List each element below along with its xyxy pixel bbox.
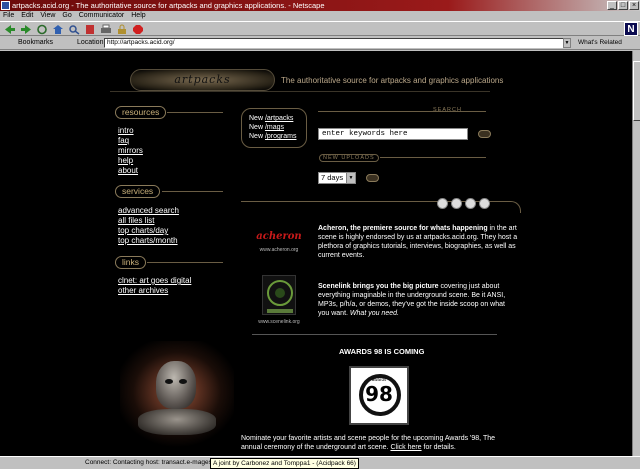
awards-click-here-link[interactable]: Click here [390,444,421,451]
minimize-button[interactable]: _ [607,1,617,10]
select-arrow-icon: ▼ [346,173,355,183]
search-go-button[interactable] [478,130,491,138]
link-top-charts-day[interactable]: top charts/day [118,226,179,236]
link-intro[interactable]: intro [118,126,143,136]
site-logo[interactable]: artpacks [130,69,275,91]
new-uploads-label: NEW UPLOADS [319,154,379,162]
search-label: SEARCH [433,107,462,113]
new-programs-item[interactable]: New /programs [249,132,306,141]
location-bar: Bookmarks Location: http://artpacks.acid… [0,36,640,50]
new-mags-item[interactable]: New /mags [249,123,306,132]
link-all-files-list[interactable]: all files list [118,216,179,226]
navigation-toolbar [0,21,640,36]
awards-description: Nominate your favorite artists and scene… [241,435,495,451]
news-icon-a[interactable] [437,198,448,209]
menu-help[interactable]: Help [131,11,145,21]
section-divider [167,112,223,113]
back-icon[interactable] [4,24,16,35]
news-icon-d[interactable] [479,198,490,209]
acheron-logo[interactable]: acheron [254,227,304,244]
link-clnet[interactable]: clnet: art goes digital [118,276,191,286]
image-tooltip: A joint by Carbonez and Tomppa1 - (Acidp… [210,458,359,469]
awards-98-text: 98 [365,382,393,406]
link-help[interactable]: help [118,156,143,166]
scenelink-logo-art [267,280,293,313]
window-controls: _ □ × [607,1,639,10]
new-uploads-select[interactable]: 7 days ▼ [318,172,356,184]
menu-bar: File Edit View Go Communicator Help [0,11,640,21]
link-top-charts-month[interactable]: top charts/month [118,236,179,246]
link-advanced-search[interactable]: advanced search [118,206,179,216]
link-faq[interactable]: faq [118,136,143,146]
svg-text:acheron: acheron [256,231,301,242]
menu-view[interactable]: View [40,11,55,21]
security-icon[interactable] [116,24,128,35]
menu-go[interactable]: Go [62,11,71,21]
external-links: clnet: art goes digital other archives [118,276,191,296]
link-programs[interactable]: /programs [265,133,297,140]
reload-icon[interactable] [36,24,48,35]
acheron-description: Acheron, the premiere source for whats h… [318,225,518,259]
site-tagline: The authoritative source for artpacks an… [281,76,504,85]
search-icon[interactable] [68,24,80,35]
artwork-head [156,361,196,409]
scenelink-description: Scenelink brings you the big picture cov… [318,283,506,317]
whats-related-button[interactable]: What's Related [578,36,622,50]
menu-edit[interactable]: Edit [21,11,33,21]
window-title: artpacks.acid.org - The authoritative so… [12,1,325,10]
resources-section-label: resources [115,106,167,119]
featured-artwork[interactable] [120,341,234,453]
scenelink-logo[interactable] [262,275,296,315]
content-divider [252,334,497,335]
vertical-scrollbar[interactable] [632,51,640,456]
awards-98-banner[interactable]: awards 98 [349,366,409,425]
url-dropdown-icon[interactable]: ▼ [563,38,571,48]
netscape-guide-icon[interactable] [84,24,96,35]
acheron-logo-art: acheron [256,231,301,242]
services-section-label: services [115,185,161,198]
section-divider [162,191,223,192]
window-title-bar: artpacks.acid.org - The authoritative so… [0,0,640,11]
search-input[interactable]: enter keywords here [318,128,468,140]
scenelink-caption[interactable]: www.scenelink.org [252,319,306,325]
bookmarks-button[interactable]: Bookmarks [18,36,53,50]
awards-title: AWARDS 98 IS COMING [339,347,425,356]
location-label: Location: [77,39,106,46]
logo-divider [110,91,490,92]
news-icon-row [437,198,490,209]
scrollbar-thumb[interactable] [633,61,640,121]
artwork-eye [165,379,173,384]
artwork-arms [138,409,216,435]
stop-icon[interactable] [132,24,144,35]
maximize-button[interactable]: □ [618,1,628,10]
new-artpacks-item[interactable]: New /artpacks [249,114,306,123]
services-links: advanced search all files list top chart… [118,206,179,246]
acheron-caption[interactable]: www.acheron.org [252,247,306,253]
print-icon[interactable] [100,24,112,35]
menu-file[interactable]: File [3,11,14,21]
menu-communicator[interactable]: Communicator [79,11,125,21]
artwork-eye [179,379,187,384]
new-files-box: New /artpacks New /mags New /programs [241,108,307,148]
netscape-throbber-icon: N [624,22,638,36]
resources-links: intro faq mirrors help about [118,126,143,176]
close-button[interactable]: × [629,1,639,10]
uploads-divider [380,157,486,158]
link-artpacks[interactable]: /artpacks [265,115,293,122]
page-content: artpacks The authoritative source for ar… [0,51,632,456]
home-icon[interactable] [52,24,64,35]
links-section-label: links [115,256,147,269]
netscape-app-icon [1,1,10,10]
forward-icon[interactable] [20,24,32,35]
new-uploads-go-button[interactable] [366,174,379,182]
news-icon-i[interactable] [465,198,476,209]
url-field[interactable]: http://artpacks.acid.org/ [104,38,569,48]
section-divider [147,262,223,263]
link-mirrors[interactable]: mirrors [118,146,143,156]
link-mags[interactable]: /mags [265,124,284,131]
link-other-archives[interactable]: other archives [118,286,191,296]
link-about[interactable]: about [118,166,143,176]
news-icon-c[interactable] [451,198,462,209]
